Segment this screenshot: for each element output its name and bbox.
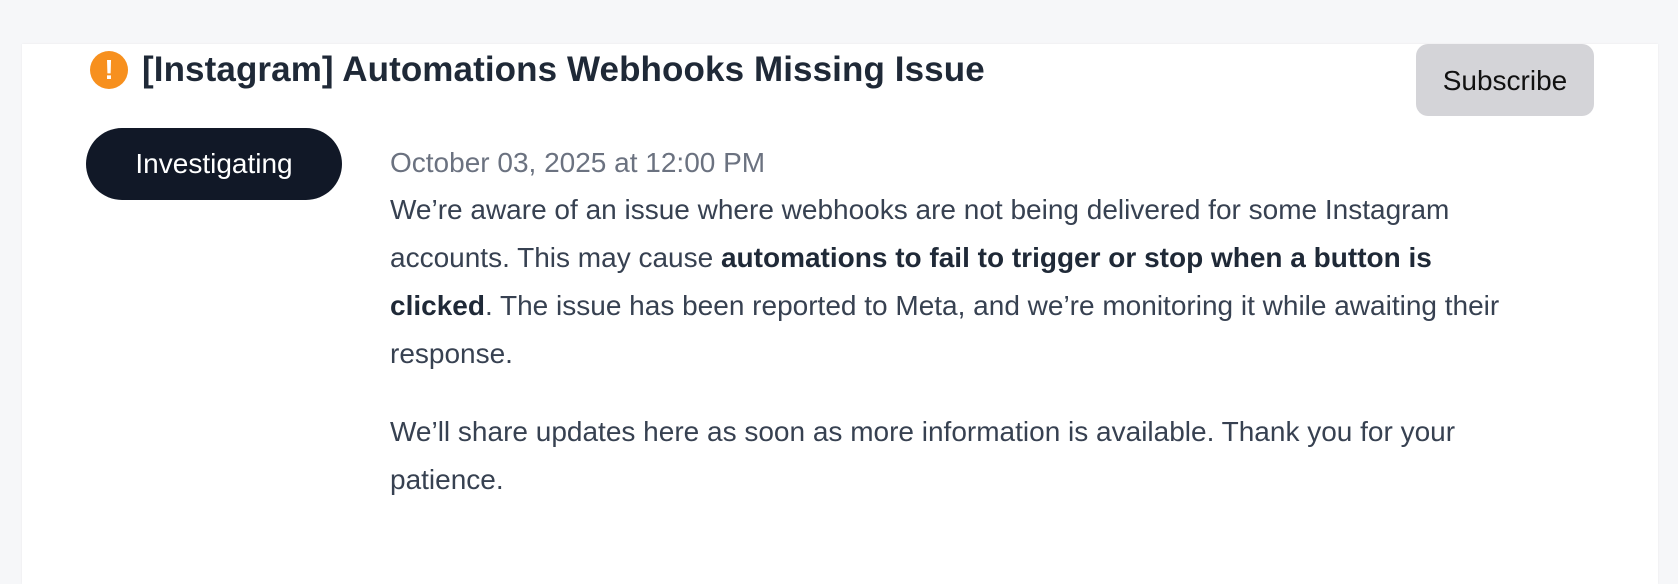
- incident-update: October 03, 2025 at 12:00 PM We’re aware…: [390, 146, 1530, 504]
- update-paragraph-2: We’ll share updates here as soon as more…: [390, 416, 1456, 495]
- incident-card: ! [Instagram] Automations Webhooks Missi…: [22, 44, 1658, 584]
- update-paragraph-1: We’re aware of an issue where webhooks a…: [390, 186, 1530, 378]
- subscribe-button[interactable]: Subscribe: [1416, 44, 1594, 116]
- status-badge: Investigating: [86, 128, 342, 200]
- update-timestamp: October 03, 2025 at 12:00 PM: [390, 147, 766, 178]
- incident-title: [Instagram] Automations Webhooks Missing…: [142, 50, 985, 89]
- incident-header: ! [Instagram] Automations Webhooks Missi…: [90, 50, 985, 90]
- alert-icon: !: [90, 51, 128, 89]
- update-text: . The issue has been reported to Meta, a…: [390, 290, 1500, 369]
